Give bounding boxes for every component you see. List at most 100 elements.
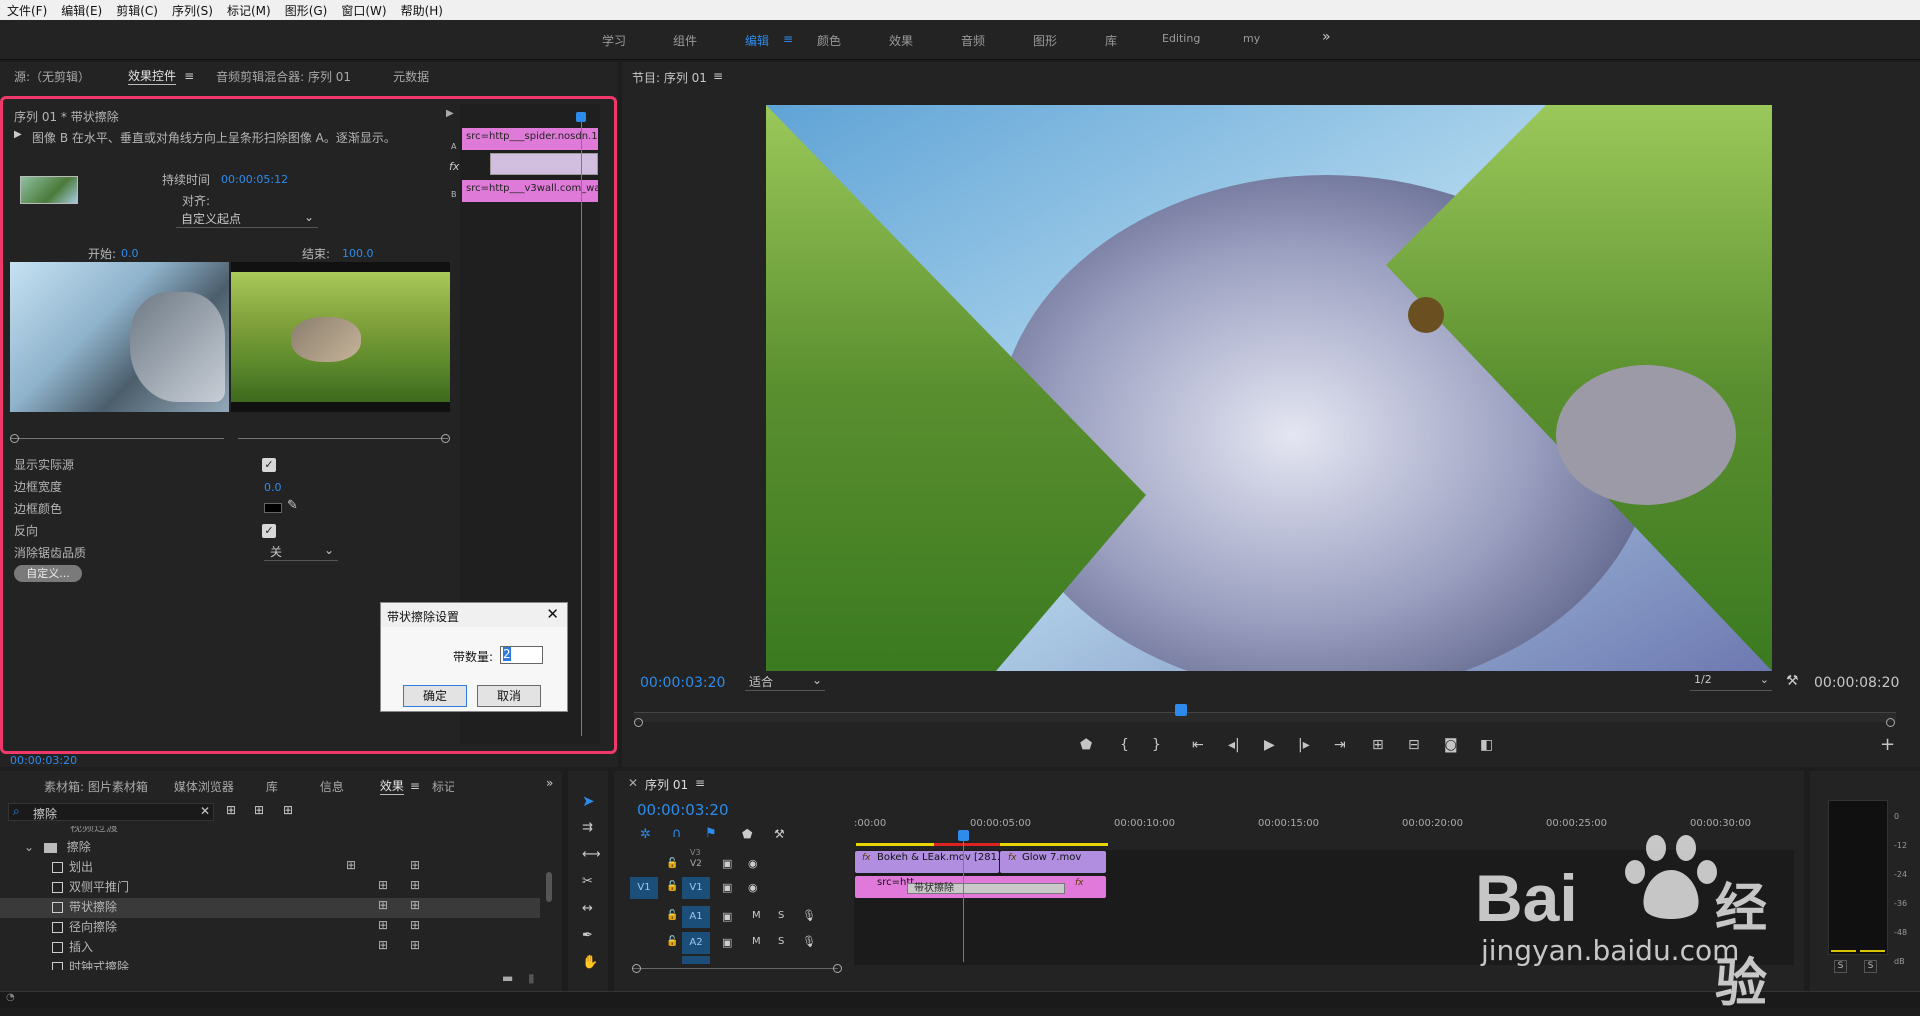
add-marker-sequence-icon[interactable]: ⚑ — [705, 826, 717, 841]
effect-item-selected[interactable]: 带状擦除 ⊞ ⊞ — [0, 898, 540, 918]
timeline-playhead[interactable] — [963, 840, 964, 962]
track-a1-label[interactable]: A1 — [682, 906, 710, 928]
sync-lock-icon[interactable]: ▣ — [722, 936, 732, 949]
program-playhead[interactable] — [1175, 704, 1187, 716]
timeline-title[interactable]: 序列 01 — [645, 776, 688, 793]
bands-input[interactable]: 2 — [500, 646, 543, 664]
menu-clip[interactable]: 剪辑(C) — [109, 2, 165, 19]
linked-selection-icon[interactable]: ∩ — [672, 826, 682, 841]
solo-right-button[interactable]: S — [1864, 960, 1877, 973]
tab-effects[interactable]: 效果 — [379, 777, 404, 795]
program-timecode[interactable]: 00:00:03:20 — [640, 675, 725, 691]
lock-icon[interactable]: 🔓 — [666, 910, 678, 921]
ws-effects[interactable]: 效果 — [889, 32, 913, 49]
yuv-effects-icon[interactable]: ⊞ — [283, 803, 293, 817]
marker-icon[interactable]: ⬟ — [1080, 737, 1092, 753]
track-v1-label[interactable]: V1 — [682, 877, 710, 899]
effects-scrollbar[interactable] — [546, 872, 552, 902]
quality-select[interactable]: 1/2 ⌄ — [1690, 673, 1772, 691]
clear-search-icon[interactable]: ✕ — [200, 804, 210, 818]
razor-icon[interactable]: ✂ — [582, 874, 593, 889]
lock-icon[interactable]: 🔓 — [666, 858, 678, 869]
tab-bin[interactable]: 素材箱: 图片素材箱 — [44, 778, 148, 795]
mute-a2-button[interactable]: M — [752, 936, 761, 947]
menu-help[interactable]: 帮助(H) — [394, 2, 450, 19]
tab-source[interactable]: 源:（无剪辑） — [14, 68, 90, 85]
ws-graphics[interactable]: 图形 — [1033, 32, 1057, 49]
mute-a1-button[interactable]: M — [752, 910, 761, 921]
marker-icon[interactable]: ⬟ — [742, 827, 752, 841]
menu-marker[interactable]: 标记(M) — [220, 2, 278, 19]
eye-icon[interactable]: ◉ — [748, 881, 758, 894]
effect-item[interactable]: 插入 ⊞ ⊞ — [0, 938, 540, 958]
step-forward-icon[interactable]: |▸ — [1298, 737, 1310, 753]
film-icon[interactable]: ▣ — [722, 857, 732, 870]
zoom-end-handle[interactable] — [833, 964, 842, 973]
go-to-in-icon[interactable]: ⇤ — [1192, 737, 1204, 753]
ws-editing[interactable]: 编辑 — [745, 32, 769, 49]
program-viewer[interactable] — [766, 105, 1772, 671]
clip-bokeh[interactable]: Bokeh & LEak.mov [281.95%] — [855, 851, 999, 873]
microphone-icon[interactable]: 🎙 — [802, 909, 816, 922]
menu-graphics[interactable]: 图形(G) — [278, 2, 335, 19]
new-folder-icon[interactable]: ▬ — [502, 971, 513, 985]
track-a3-patch[interactable] — [682, 956, 710, 964]
hand-icon[interactable]: ✋ — [582, 955, 598, 970]
lift-icon[interactable]: ⊞ — [1372, 737, 1384, 753]
mark-out-icon[interactable]: } — [1152, 737, 1161, 753]
solo-left-button[interactable]: S — [1834, 960, 1847, 973]
wrench-icon[interactable]: ⚒ — [774, 827, 785, 841]
go-to-out-icon[interactable]: ⇥ — [1334, 737, 1346, 753]
lock-icon[interactable]: 🔓 — [666, 936, 678, 947]
menu-window[interactable]: 窗口(W) — [334, 2, 393, 19]
film-icon[interactable]: ▣ — [722, 881, 732, 894]
trash-icon[interactable]: ▮ — [528, 971, 535, 985]
tab-libraries[interactable]: 库 — [266, 778, 278, 795]
close-icon[interactable]: ✕ — [546, 605, 559, 623]
program-menu-icon[interactable]: ≡ — [713, 69, 723, 83]
track-select-icon[interactable]: ⇉ — [582, 820, 593, 835]
ws-my[interactable]: my — [1243, 32, 1260, 45]
effect-item[interactable]: 双侧平推门 ⊞ ⊞ — [0, 878, 540, 898]
slip-icon[interactable]: ↔ — [582, 901, 593, 916]
track-a2-label[interactable]: A2 — [682, 932, 710, 954]
tab-media-browser[interactable]: 媒体浏览器 — [174, 778, 234, 795]
ws-editing-en[interactable]: Editing — [1162, 32, 1200, 45]
timeline-close-icon[interactable]: ✕ — [628, 776, 638, 790]
tab-metadata[interactable]: 元数据 — [393, 68, 429, 85]
tab-markers[interactable]: 标记 — [432, 778, 454, 795]
pen-icon[interactable]: ✒ — [582, 928, 593, 943]
timeline-timecode[interactable]: 00:00:03:20 — [637, 801, 729, 819]
solo-a1-button[interactable]: S — [778, 910, 784, 921]
ws-color[interactable]: 颜色 — [817, 32, 841, 49]
microphone-icon[interactable]: 🎙 — [802, 935, 816, 948]
folder-wipe[interactable]: ⌄ 擦除 — [0, 838, 540, 858]
source-v1-patch[interactable]: V1 — [630, 877, 658, 899]
step-back-icon[interactable]: ◂| — [1228, 737, 1240, 753]
tab-effects-menu-icon[interactable]: ≡ — [410, 779, 420, 793]
timeline-transition[interactable]: 带状擦除 — [907, 883, 1065, 894]
menu-edit[interactable]: 编辑(E) — [54, 2, 109, 19]
scrubber-start-handle[interactable] — [634, 718, 643, 727]
mark-in-icon[interactable]: { — [1120, 737, 1129, 753]
camera-icon[interactable]: ◙ — [1444, 737, 1458, 753]
ripple-edit-icon[interactable]: ⟷ — [582, 847, 601, 862]
fit-select[interactable]: 适合 ⌄ — [745, 673, 825, 691]
panel-more-icon[interactable]: » — [546, 776, 553, 790]
tab-audio-mixer[interactable]: 音频剪辑混合器: 序列 01 — [216, 68, 351, 85]
menu-file[interactable]: 文件(F) — [0, 2, 54, 19]
ws-audio[interactable]: 音频 — [961, 32, 985, 49]
extract-icon[interactable]: ⊟ — [1408, 737, 1420, 753]
wrench-icon[interactable]: ⚒ — [1786, 673, 1799, 689]
ws-menu-icon[interactable]: ≡ — [783, 32, 793, 46]
effect-item[interactable]: 时钟式擦除 — [0, 958, 540, 970]
ok-button[interactable]: 确定 — [403, 685, 467, 707]
eye-icon[interactable]: ◉ — [748, 857, 758, 870]
lock-icon[interactable]: 🔓 — [666, 881, 678, 892]
sync-lock-icon[interactable]: ▣ — [722, 910, 732, 923]
timeline-zoom-bar[interactable] — [632, 968, 838, 969]
cancel-button[interactable]: 取消 — [477, 685, 541, 707]
solo-a2-button[interactable]: S — [778, 936, 784, 947]
ws-more-icon[interactable]: » — [1322, 29, 1331, 45]
tab-effect-controls[interactable]: 效果控件 — [128, 67, 177, 85]
